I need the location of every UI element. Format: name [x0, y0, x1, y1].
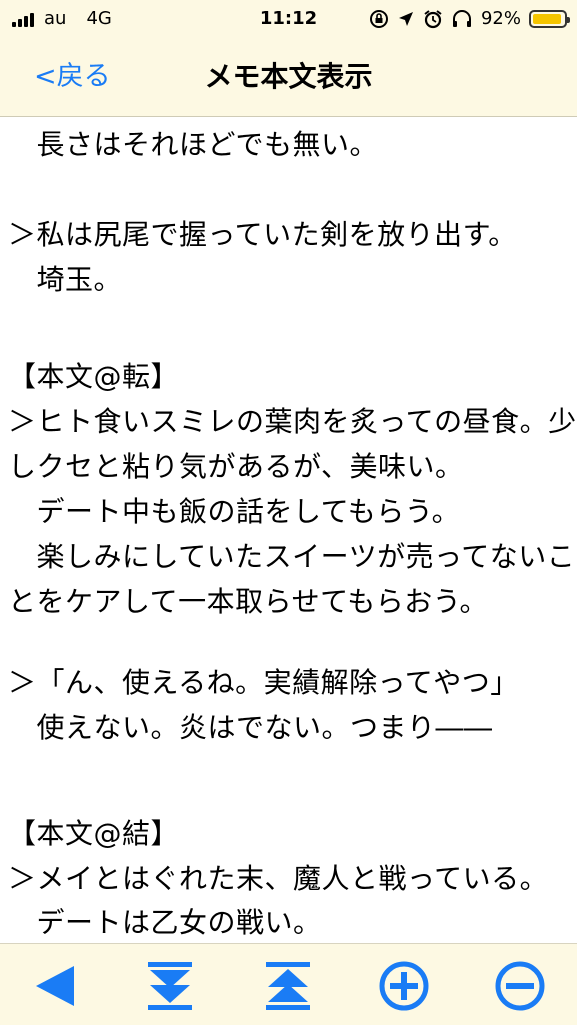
scroll-top-button[interactable] [262, 960, 314, 1012]
memo-line: 【本文@結】 [8, 817, 180, 850]
back-triangle-button[interactable] [30, 960, 82, 1012]
memo-line: 【本文@転】 [8, 360, 180, 393]
memo-line: ＞私は尻尾で握っていた剣を放り出す。 [8, 218, 517, 251]
zoom-in-button[interactable] [378, 960, 430, 1012]
location-arrow-icon [398, 12, 413, 26]
bottom-toolbar [0, 943, 577, 1025]
battery-percent-label: 92% [480, 8, 521, 29]
memo-line: しクセと粘り気があるが、美味い。 [8, 450, 464, 483]
rotation-lock-icon [369, 10, 388, 28]
memo-line [8, 305, 573, 345]
memo-line [8, 170, 573, 210]
memo-line: ＞ヒト食いスミレの葉肉を炙っての昼食。少 [8, 405, 577, 438]
memo-line: とをケアして一本取らせてもらおう。 [8, 585, 489, 618]
memo-line [8, 627, 573, 667]
minus-circle-icon [495, 961, 545, 1011]
page-title: メモ本文表示 [204, 60, 373, 93]
memo-line [8, 753, 573, 793]
left-triangle-icon [36, 966, 74, 1006]
navigation-bar: <戻る メモ本文表示 [0, 40, 577, 117]
memo-line: ＞メイとはぐれた末、魔人と戦っている。 [8, 862, 549, 895]
scroll-bottom-button[interactable] [144, 960, 196, 1012]
status-bar: au 4G 11:12 92% [0, 0, 577, 40]
status-right: 92% [369, 8, 570, 30]
memo-line: デートは乙女の戦い。 [8, 906, 322, 939]
battery-fill [533, 14, 561, 24]
memo-line: 楽しみにしていたスイーツが売ってないこ [8, 540, 576, 573]
memo-body[interactable]: 長さはそれほどでも無い。 ＞私は尻尾で握っていた剣を放り出す。 埼玉。 【本文@… [0, 117, 577, 943]
memo-line: 使えない。炎はでない。つまり―― [8, 711, 493, 744]
alarm-clock-icon [424, 10, 442, 29]
zoom-out-button[interactable] [494, 960, 546, 1012]
battery-icon [529, 10, 570, 28]
scroll-to-top-icon [266, 962, 310, 1010]
headphones-icon [452, 10, 471, 27]
memo-line: ＞「ん、使えるね。実績解除ってやつ」 [8, 666, 519, 699]
memo-line: 埼玉。 [8, 263, 123, 296]
memo-line: デート中も飯の話をしてもらう。 [8, 495, 461, 528]
scroll-to-bottom-icon [148, 962, 192, 1010]
plus-circle-icon [379, 961, 429, 1011]
memo-line: 長さはそれほどでも無い。 [8, 128, 378, 161]
